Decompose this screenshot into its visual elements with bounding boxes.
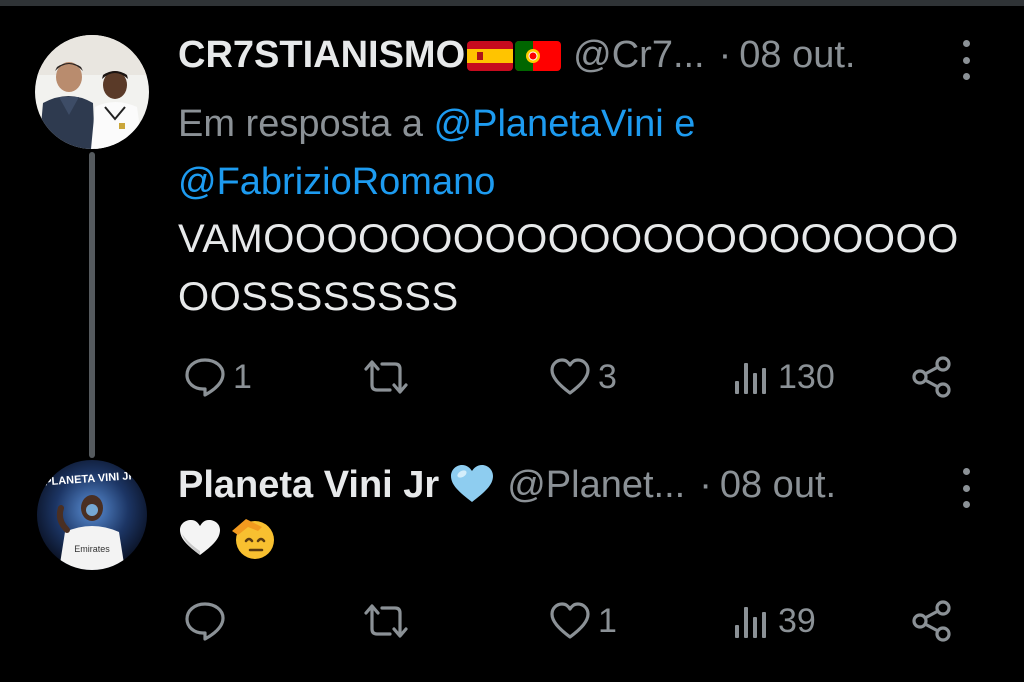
avatar-planeta-vini-jr[interactable]: PLANETA VINI JR. Emirates (37, 460, 147, 570)
tweet-emojis (178, 515, 278, 561)
tweet-text-line: VAMOOOOOOOOOOOOOOOOOOOOOO (178, 217, 959, 261)
views-count: 130 (778, 357, 835, 396)
views-count: 39 (778, 601, 816, 640)
reply-count: 1 (233, 357, 252, 396)
share-button[interactable] (910, 600, 954, 642)
like-button[interactable]: 3 (548, 357, 617, 397)
views-icon (735, 607, 766, 638)
views-button[interactable]: 39 (732, 601, 816, 641)
reply-icon (185, 358, 225, 397)
separator-dot: · (699, 464, 712, 506)
white-heart-emoji (180, 520, 220, 555)
retweet-button[interactable] (360, 601, 418, 641)
more-options-icon[interactable] (960, 468, 972, 508)
reply-icon (185, 602, 225, 641)
mention-fabrizioromano[interactable]: @FabrizioRomano (178, 161, 495, 203)
tweet-text: VAMOOOOOOOOOOOOOOOOOOOOOO OOSSSSSSSS (178, 210, 978, 326)
display-name[interactable]: Planeta Vini Jr (178, 464, 439, 507)
mention-planetavini[interactable]: @PlanetaVini (434, 103, 664, 145)
like-button[interactable]: 1 (548, 601, 617, 641)
views-icon (735, 363, 766, 394)
tweet-header: CR7STIANISMO @Cr7... · 08 out. (178, 34, 856, 77)
share-icon (912, 356, 951, 398)
saluting-face-emoji (232, 519, 274, 559)
svg-text:Emirates: Emirates (74, 544, 110, 554)
retweet-button[interactable] (360, 357, 418, 397)
heart-icon (550, 358, 590, 395)
tweet-date[interactable]: 08 out. (720, 464, 836, 507)
user-handle[interactable]: @Planet... (507, 464, 685, 507)
top-divider (0, 0, 1024, 6)
reply-button[interactable]: 1 (183, 356, 252, 398)
retweet-icon (364, 360, 408, 394)
thread-connector-line (89, 152, 95, 458)
flag-emojis (467, 40, 562, 71)
more-options-icon[interactable] (960, 40, 972, 80)
reply-conjunction: e (663, 103, 696, 145)
avatar-cr7stianismo[interactable] (35, 35, 149, 149)
light-blue-heart-icon (449, 464, 495, 509)
display-name[interactable]: CR7STIANISMO (178, 34, 465, 77)
reply-context: Em resposta a @PlanetaVini e @FabrizioRo… (178, 95, 818, 211)
heart-icon (550, 602, 590, 639)
share-icon (912, 600, 951, 642)
reply-button[interactable] (183, 600, 233, 642)
portugal-flag-icon (515, 40, 562, 71)
share-button[interactable] (910, 356, 954, 398)
user-handle[interactable]: @Cr7... (573, 34, 704, 77)
tweet-date[interactable]: 08 out. (739, 34, 855, 77)
tweet-text-line: OOSSSSSSSS (178, 275, 459, 319)
views-button[interactable]: 130 (732, 357, 835, 397)
reply-prefix: Em resposta a (178, 103, 434, 145)
spain-flag-icon (467, 40, 514, 71)
retweet-icon (364, 604, 408, 638)
like-count: 3 (598, 357, 617, 396)
tweet-header: Planeta Vini Jr @Planet... · 08 out. (178, 464, 836, 509)
separator-dot: · (718, 34, 732, 76)
like-count: 1 (598, 601, 617, 640)
